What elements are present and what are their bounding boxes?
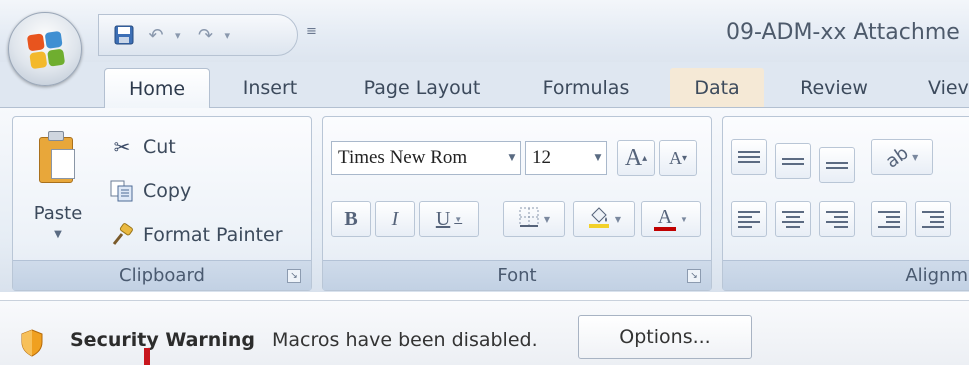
- tab-review[interactable]: Review: [782, 68, 886, 108]
- customize-qat-icon[interactable]: ≡: [306, 24, 317, 39]
- paste-label: Paste: [33, 203, 83, 224]
- fill-color-dropdown-icon[interactable]: ▼: [615, 215, 621, 224]
- font-group-label-text: Font: [497, 265, 537, 286]
- middle-align-button[interactable]: [775, 143, 811, 179]
- tab-data[interactable]: Data: [670, 68, 764, 108]
- borders-dropdown-icon[interactable]: ▼: [544, 215, 550, 224]
- font-color-letter: A: [657, 206, 673, 228]
- borders-icon: [518, 206, 540, 233]
- format-painter-button[interactable]: Format Painter: [109, 217, 283, 253]
- italic-button[interactable]: I: [375, 201, 415, 237]
- italic-icon: I: [391, 207, 399, 230]
- paste-icon: [39, 131, 77, 183]
- font-dialog-launcher-icon[interactable]: ↘: [687, 269, 701, 283]
- orientation-dropdown-icon[interactable]: ▼: [912, 153, 918, 162]
- bold-icon: B: [344, 207, 358, 230]
- font-size-combo[interactable]: 12 ▼: [525, 141, 607, 175]
- paste-button[interactable]: Paste ▼: [23, 125, 93, 243]
- align-right-button[interactable]: [819, 201, 855, 237]
- title-bar: ↶ ▾ ↷ ▾ ≡ 09-ADM-xx Attachme: [0, 0, 969, 62]
- alignment-group-label: Alignm: [723, 260, 969, 290]
- paintbrush-icon: [109, 222, 135, 248]
- clipboard-dialog-launcher-icon[interactable]: ↘: [287, 269, 301, 283]
- align-center-button[interactable]: [775, 201, 811, 237]
- grow-font-icon: A: [624, 144, 643, 171]
- redo-icon[interactable]: ↷: [193, 22, 219, 48]
- tab-view[interactable]: Viev: [908, 68, 969, 108]
- font-name-dropdown-icon[interactable]: ▼: [504, 153, 520, 163]
- security-warning-message: Macros have been disabled.: [272, 329, 538, 351]
- underline-button[interactable]: U ▼: [419, 201, 479, 237]
- fill-color-icon: [587, 205, 611, 234]
- copy-label: Copy: [143, 180, 192, 202]
- ribbon: Paste ▼ ✂ Cut Copy Format Painter Clipbo…: [0, 107, 969, 292]
- bottom-align-button[interactable]: [819, 147, 855, 183]
- increase-indent-button[interactable]: [915, 201, 951, 237]
- security-warning-title: Security Warning: [70, 329, 255, 351]
- text-orientation-icon: ab: [881, 141, 913, 173]
- save-icon[interactable]: [111, 22, 137, 48]
- decrease-indent-button[interactable]: [871, 201, 907, 237]
- tab-insert[interactable]: Insert: [222, 68, 318, 108]
- underline-dropdown-icon[interactable]: ▼: [454, 215, 462, 224]
- alignment-group-label-text: Alignm: [905, 265, 968, 286]
- bold-button[interactable]: B: [331, 201, 371, 237]
- clipboard-group: Paste ▼ ✂ Cut Copy Format Painter Clipbo…: [12, 116, 312, 291]
- tab-page-layout[interactable]: Page Layout: [340, 68, 504, 108]
- font-size-dropdown-icon[interactable]: ▼: [590, 153, 606, 163]
- shrink-font-button[interactable]: A ▾: [659, 140, 697, 176]
- font-group-label: Font: [323, 260, 711, 290]
- copy-button[interactable]: Copy: [109, 173, 191, 209]
- fill-color-button[interactable]: ▼: [573, 201, 635, 237]
- shrink-caret-icon: ▾: [681, 152, 688, 164]
- orientation-button[interactable]: ab ▼: [871, 139, 933, 175]
- redo-dropdown-icon[interactable]: ▾: [225, 29, 231, 42]
- window-title: 09-ADM-xx Attachme: [726, 20, 960, 45]
- office-logo-icon: [26, 30, 66, 70]
- shrink-font-icon: A: [668, 147, 682, 168]
- office-button[interactable]: [8, 12, 82, 86]
- tab-formulas[interactable]: Formulas: [522, 68, 650, 108]
- font-color-icon: A: [654, 206, 677, 231]
- borders-button[interactable]: ▼: [503, 201, 565, 237]
- ribbon-tabs: Home Insert Page Layout Formulas Data Re…: [0, 62, 969, 108]
- grow-caret-icon: ▴: [642, 152, 648, 164]
- tab-home[interactable]: Home: [104, 68, 210, 108]
- copy-icon: [109, 178, 135, 204]
- format-painter-label: Format Painter: [143, 224, 283, 246]
- cut-button[interactable]: ✂ Cut: [109, 129, 176, 165]
- font-color-dropdown-icon[interactable]: ▼: [680, 215, 688, 224]
- shield-icon: [20, 329, 44, 357]
- undo-dropdown-icon[interactable]: ▾: [175, 29, 181, 42]
- undo-icon[interactable]: ↶: [143, 22, 169, 48]
- font-size-value: 12: [532, 147, 551, 168]
- paste-dropdown-icon[interactable]: ▼: [23, 229, 93, 240]
- options-button[interactable]: Options...: [578, 315, 752, 359]
- quick-access-toolbar: ↶ ▾ ↷ ▾: [98, 14, 298, 56]
- font-group: Times New Rom ▼ 12 ▼ A ▴ A ▾ B I U ▼ ▼ ▼…: [322, 116, 712, 291]
- alignment-group: ab ▼ Alignm: [722, 116, 969, 291]
- scissors-icon: ✂: [113, 135, 131, 159]
- font-color-swatch: [654, 227, 677, 231]
- font-color-button[interactable]: A ▼: [641, 201, 701, 237]
- font-name-value: Times New Rom: [338, 147, 468, 168]
- align-left-button[interactable]: [731, 201, 767, 237]
- top-align-button[interactable]: [731, 139, 767, 175]
- text-cursor-marker: [144, 348, 150, 365]
- font-name-combo[interactable]: Times New Rom ▼: [331, 141, 521, 175]
- clipboard-group-label-text: Clipboard: [119, 265, 205, 286]
- cut-label: Cut: [143, 136, 176, 158]
- grow-font-button[interactable]: A ▴: [617, 140, 655, 176]
- underline-icon: U: [435, 207, 451, 230]
- clipboard-group-label: Clipboard: [13, 260, 311, 290]
